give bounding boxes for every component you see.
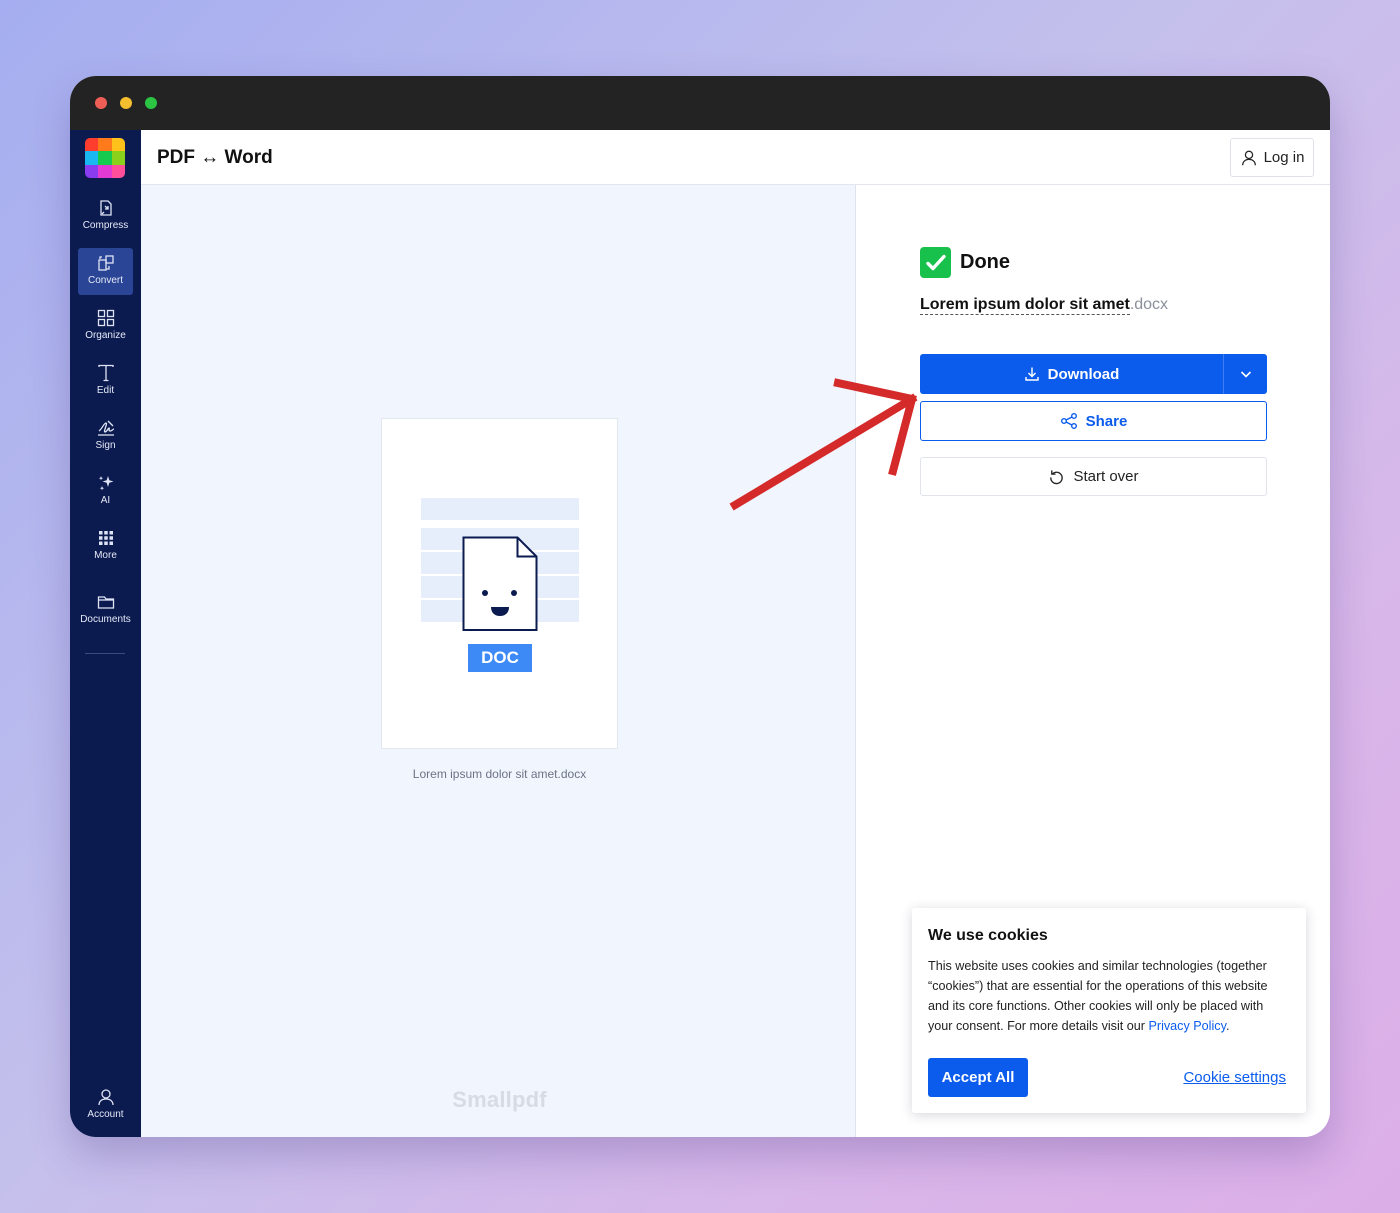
smallpdf-logo[interactable] [85,138,125,178]
cookie-text: This website uses cookies and similar te… [928,956,1290,1036]
browser-window: Compress Convert Organize Edit Sign AI M… [70,76,1330,1137]
cookie-settings-link[interactable]: Cookie settings [1183,1069,1286,1086]
edit-text-icon [97,364,114,382]
folder-icon [97,596,114,609]
login-label: Log in [1263,149,1305,166]
privacy-policy-link[interactable]: Privacy Policy [1148,1019,1225,1033]
download-button[interactable]: Download [920,354,1224,394]
cookie-banner: We use cookies This website uses cookies… [912,908,1306,1113]
sidebar-item-documents[interactable]: Documents [78,587,133,634]
file-preview-card: DOC [381,418,618,749]
maximize-window-button[interactable] [145,97,157,109]
restart-icon [1050,470,1064,485]
sidebar-item-convert[interactable]: Convert [78,248,133,295]
organize-icon [97,309,114,327]
sidebar-item-label: Convert [87,275,123,286]
accept-all-button[interactable]: Accept All [928,1058,1028,1097]
login-button[interactable]: Log in [1230,138,1314,177]
sidebar-divider [85,653,125,654]
sidebar-item-more[interactable]: More [78,523,133,570]
chevron-down-icon [1240,371,1251,378]
convert-icon [97,255,114,271]
download-options-button[interactable] [1224,354,1267,394]
app-header: PDF ↔ Word Log in [141,130,1330,185]
sidebar-item-edit[interactable]: Edit [78,358,133,405]
sidebar-item-label: More [94,550,117,561]
sidebar-item-ai[interactable]: AI [78,468,133,515]
download-icon [1024,367,1039,381]
sidebar-item-label: Edit [96,385,115,396]
sidebar-item-label: Organize [85,330,126,341]
cookie-title: We use cookies [928,927,1048,944]
sidebar-item-account[interactable]: Account [78,1082,133,1129]
done-status: Done [920,247,1010,278]
output-filename: Lorem ipsum dolor sit amet.docx [920,296,1169,315]
share-label: Share [1085,412,1128,430]
grid-dots-icon [98,531,113,545]
share-button[interactable]: Share [920,401,1267,441]
cookie-body-end: . [1225,1019,1230,1033]
sidebar-item-compress[interactable]: Compress [78,193,133,240]
download-label: Download [1047,365,1120,383]
sidebar-item-label: Sign [95,440,116,451]
account-icon [97,1089,114,1106]
doc-badge: DOC [468,644,532,672]
start-over-label: Start over [1073,468,1139,485]
close-window-button[interactable] [95,97,107,109]
done-label: Done [960,251,1010,273]
check-icon [920,247,951,278]
window-titlebar [70,76,1330,130]
start-over-button[interactable]: Start over [920,457,1267,496]
account-label: Account [87,1109,124,1120]
sparkles-icon [98,476,113,491]
compress-icon [99,200,112,216]
sidebar-item-label: AI [100,495,111,506]
sidebar-item-label: Documents [80,614,131,625]
sidebar: Compress Convert Organize Edit Sign AI M… [70,130,141,1137]
smallpdf-watermark: Smallpdf [452,1087,547,1112]
filename-editable[interactable]: Lorem ipsum dolor sit amet [920,296,1130,315]
download-split-button: Download [920,354,1267,394]
preview-line [421,498,579,520]
minimize-window-button[interactable] [120,97,132,109]
sidebar-item-organize[interactable]: Organize [78,303,133,350]
sidebar-item-label: Compress [82,220,129,231]
page-title: PDF ↔ Word [157,147,273,168]
smiling-document-icon [462,536,538,631]
signature-icon [97,420,114,436]
filename-extension: .docx [1129,296,1169,313]
sidebar-item-sign[interactable]: Sign [78,413,133,460]
file-caption: Lorem ipsum dolor sit amet.docx [412,767,587,781]
preview-pane: DOC Lorem ipsum dolor sit amet.docx Smal… [141,185,856,1137]
share-icon [1060,413,1077,429]
user-icon [1241,150,1256,165]
